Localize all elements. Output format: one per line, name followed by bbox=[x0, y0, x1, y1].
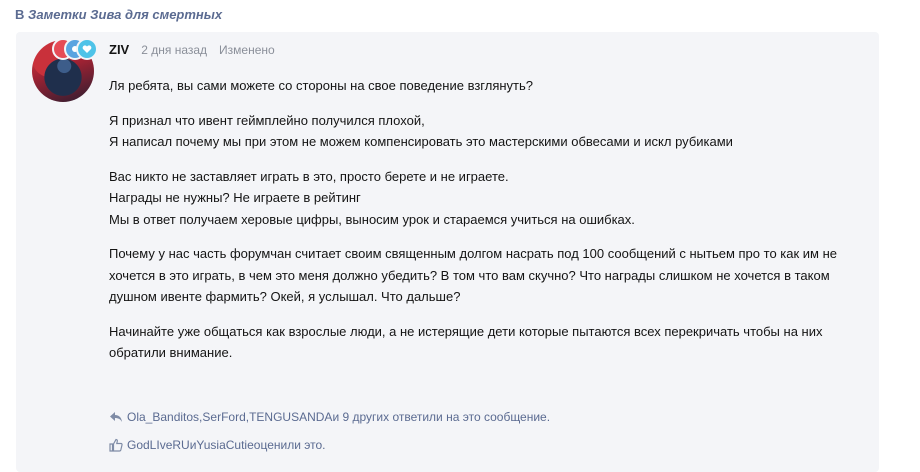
text-line: Мы в ответ получаем херовые цифры, вынос… bbox=[109, 211, 635, 227]
likes-tail: оценили это. bbox=[253, 438, 326, 452]
breadcrumb-prefix: В bbox=[15, 7, 25, 22]
paragraph: Вас никто не заставляет играть в это, пр… bbox=[109, 166, 864, 231]
reply-user-link[interactable]: TENGUSANDA bbox=[249, 410, 332, 424]
text-line: Я признал что ивент геймплейно получился… bbox=[109, 112, 425, 128]
breadcrumb-thread-link[interactable]: Заметки Зива для смертных bbox=[28, 7, 222, 22]
post-meta: ZIV 2 дня назад Изменено bbox=[109, 42, 275, 57]
reply-arrow-icon bbox=[109, 410, 123, 424]
text-line: Начинайте уже общаться как взрослые люди… bbox=[109, 323, 823, 361]
post-body: Ля ребята, вы сами можете со стороны на … bbox=[109, 75, 864, 377]
paragraph: Ля ребята, вы сами можете со стороны на … bbox=[109, 75, 864, 97]
likes-summary: GodLIveRU и YusiaCutie оценили это. bbox=[109, 434, 550, 456]
avatar-container bbox=[32, 38, 98, 102]
text-line: Почему у нас часть форумчан считает свои… bbox=[109, 246, 838, 304]
text-line: Награды не нужны? Не играете в рейтинг bbox=[109, 190, 361, 205]
text-line: Ля ребята, вы сами можете со стороны на … bbox=[109, 78, 534, 93]
breadcrumb: В Заметки Зива для смертных bbox=[15, 7, 222, 22]
post-date[interactable]: 2 дня назад bbox=[141, 43, 207, 57]
badge-heart-icon bbox=[76, 38, 98, 60]
paragraph: Я признал что ивент геймплейно получился… bbox=[109, 110, 864, 153]
like-user-link[interactable]: GodLIveRU bbox=[127, 438, 190, 452]
like-user-link[interactable]: YusiaCutie bbox=[196, 438, 253, 452]
reply-user-link[interactable]: SerFord bbox=[202, 410, 245, 424]
paragraph: Начинайте уже общаться как взрослые люди… bbox=[109, 321, 864, 364]
text-line: Вас никто не заставляет играть в это, пр… bbox=[109, 168, 509, 184]
reply-user-link[interactable]: Ola_Banditos bbox=[127, 410, 199, 424]
text-line: Я написал почему мы при этом не можем ко… bbox=[109, 134, 733, 149]
thumbs-up-icon bbox=[109, 438, 123, 452]
post-footer: Ola_Banditos , SerFord , TENGUSANDA и 9 … bbox=[109, 406, 550, 462]
edited-label[interactable]: Изменено bbox=[219, 43, 275, 57]
separator: и bbox=[189, 438, 197, 452]
replies-summary: Ola_Banditos , SerFord , TENGUSANDA и 9 … bbox=[109, 406, 550, 428]
replies-more-link[interactable]: и 9 других ответили на это сообщение. bbox=[332, 410, 550, 424]
paragraph: Почему у нас часть форумчан считает свои… bbox=[109, 243, 864, 308]
author-name[interactable]: ZIV bbox=[109, 42, 129, 57]
